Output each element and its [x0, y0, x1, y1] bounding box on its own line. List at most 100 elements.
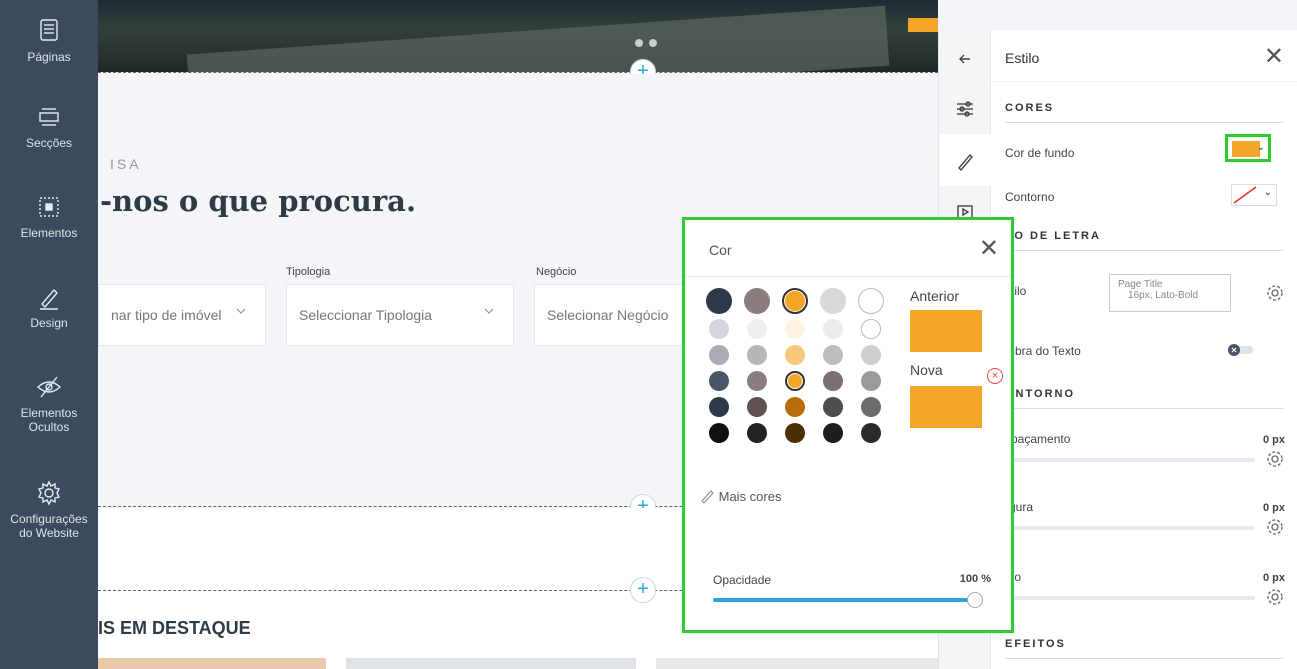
color-swatch[interactable] [709, 397, 729, 417]
bg-color-label: Cor de fundo [1005, 146, 1075, 160]
new-color-preview[interactable] [910, 386, 982, 428]
color-swatch[interactable] [709, 423, 729, 443]
panel-header: Estilo ✕ [991, 30, 1297, 82]
color-swatch[interactable] [861, 371, 881, 391]
efeitos-section-title: EFEITOS [1005, 638, 1284, 659]
gear-icon[interactable] [1266, 588, 1284, 606]
more-colors-link[interactable]: Mais cores [699, 488, 781, 504]
pencil-icon [701, 490, 714, 504]
property-type-placeholder: nar tipo de imóvel [111, 307, 222, 323]
color-swatch[interactable] [785, 319, 805, 339]
color-swatch[interactable] [747, 423, 767, 443]
color-swatch[interactable] [861, 345, 881, 365]
carousel-dots[interactable] [632, 34, 660, 52]
color-swatch[interactable] [820, 288, 846, 314]
bg-color-picker-button[interactable]: ⌄ [1225, 134, 1271, 162]
featured-title: IS EM DESTAQUE [98, 618, 251, 638]
opacity-slider-handle[interactable] [967, 592, 983, 608]
previous-color-label: Anterior [910, 288, 960, 304]
sidebar-item-label: Elementos [20, 226, 78, 240]
tab-settings[interactable] [939, 82, 991, 134]
gear-icon[interactable] [1266, 450, 1284, 468]
sidebar-item-seccoes[interactable]: Secções [0, 102, 98, 150]
arrow-left-icon [959, 54, 970, 64]
tipo-letra-section-title: PO DE LETRA [1005, 230, 1284, 251]
close-icon[interactable]: ✕ [1264, 42, 1284, 71]
radius-slider[interactable] [1005, 596, 1255, 600]
sidebar-item-label: Configurações [10, 512, 88, 526]
sidebar-item-label: Elementos [20, 406, 78, 420]
hero-image [186, 5, 890, 72]
color-swatch[interactable] [747, 371, 767, 391]
panel-title: Estilo [1005, 50, 1040, 66]
color-swatch[interactable] [785, 371, 805, 391]
left-sidebar: Páginas Secções Elementos Design Element… [0, 0, 98, 669]
featured-thumbnails [98, 658, 938, 669]
pencil-icon [34, 282, 64, 312]
negocio-select[interactable]: Selecionar Negócio [534, 284, 684, 346]
sidebar-item-design[interactable]: Design [0, 282, 98, 330]
color-swatch[interactable] [785, 345, 805, 365]
color-swatch[interactable] [709, 371, 729, 391]
pages-icon [34, 16, 64, 46]
color-swatch[interactable] [706, 288, 732, 314]
color-swatch[interactable] [858, 288, 884, 314]
opacity-slider-track[interactable] [713, 598, 975, 602]
sections-icon [34, 102, 64, 132]
tipologia-label: Tipologia [286, 266, 331, 278]
sidebar-item-label: Páginas [27, 50, 71, 64]
text-shadow-toggle[interactable] [1227, 343, 1255, 357]
color-swatch[interactable] [823, 423, 843, 443]
color-swatch[interactable] [747, 397, 767, 417]
color-swatch[interactable] [709, 345, 729, 365]
close-icon[interactable]: ✕ [979, 234, 999, 263]
sliders-icon [957, 101, 973, 117]
color-swatch[interactable] [747, 345, 767, 365]
color-swatch[interactable] [785, 423, 805, 443]
spacing-value: 0 px [1262, 434, 1285, 446]
color-swatch[interactable] [861, 397, 881, 417]
sidebar-item-configuracoes[interactable]: Configurações do Website [0, 478, 98, 540]
color-swatch[interactable] [823, 319, 843, 339]
gear-icon[interactable] [1266, 518, 1284, 536]
contorno-section-title: ONTORNO [1005, 388, 1284, 409]
property-type-select[interactable]: nar tipo de imóvel [98, 284, 266, 346]
width-value: 0 px [1262, 502, 1285, 514]
width-slider[interactable] [1005, 526, 1255, 530]
previous-color-preview[interactable] [910, 310, 982, 352]
section-headline: -nos o que procura. [100, 184, 417, 218]
section-divider [98, 72, 938, 73]
cores-section-title: CORES [1005, 102, 1284, 123]
text-style-select[interactable]: Page Title 16px, Lato-Bold [1109, 274, 1231, 312]
color-swatch[interactable] [823, 371, 843, 391]
color-swatch[interactable] [744, 288, 770, 314]
sidebar-item-label: Design [30, 316, 68, 330]
sidebar-item-elementos[interactable]: Elementos [0, 192, 98, 240]
color-swatch[interactable] [823, 397, 843, 417]
spacing-slider[interactable] [1005, 458, 1255, 462]
text-style-value: Page Title [1118, 279, 1163, 290]
text-shadow-label: mbra do Texto [1005, 344, 1081, 358]
add-section-button[interactable]: + [630, 577, 656, 603]
back-button[interactable] [939, 32, 991, 84]
color-swatch[interactable] [782, 288, 808, 314]
gear-icon[interactable] [1266, 284, 1284, 302]
hero-cta-button[interactable] [908, 18, 938, 32]
sidebar-item-elementos-ocultos[interactable]: Elementos Ocultos [0, 372, 98, 434]
tipologia-select[interactable]: Seleccionar Tipologia [286, 284, 514, 346]
chevron-down-icon [236, 308, 246, 314]
tab-style[interactable] [939, 134, 991, 186]
sidebar-item-paginas[interactable]: Páginas [0, 16, 98, 64]
color-swatch[interactable] [861, 319, 881, 339]
border-color-picker-button[interactable]: ⌄ [1231, 184, 1277, 206]
color-swatch[interactable] [709, 319, 729, 339]
color-swatch[interactable] [785, 397, 805, 417]
color-swatch[interactable] [823, 345, 843, 365]
chevron-down-icon [484, 308, 494, 314]
eye-slash-icon [34, 372, 64, 402]
color-swatch[interactable] [861, 423, 881, 443]
color-picker-popup: Cor ✕ Anterior Nova × Mais cores Opacida… [682, 217, 1014, 633]
color-swatch[interactable] [747, 319, 767, 339]
remove-color-icon[interactable]: × [987, 368, 1003, 384]
contorno-label: Contorno [1005, 190, 1055, 204]
